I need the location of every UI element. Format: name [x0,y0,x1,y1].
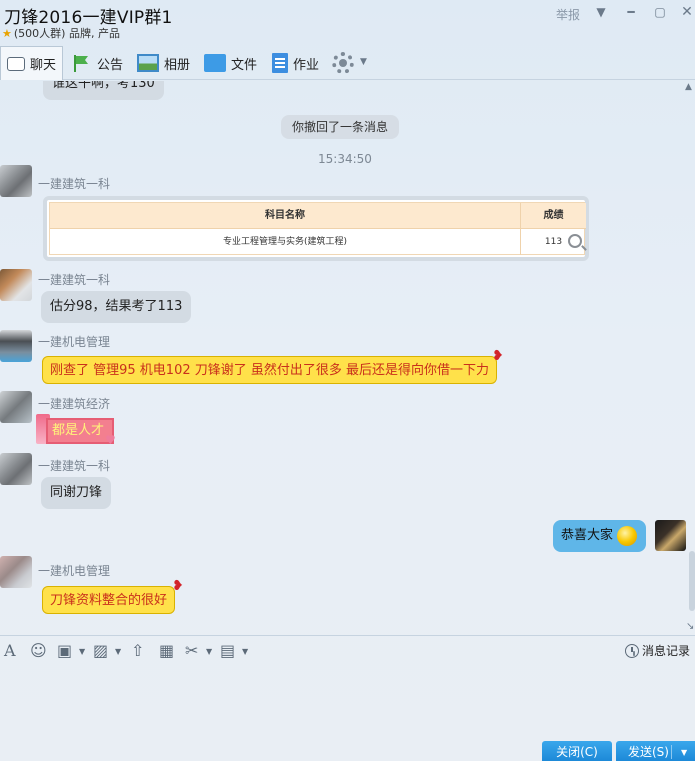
table-header-score: 成绩 [543,210,564,221]
group-subtitle: (500人群) 品牌, 产品 [13,27,120,40]
avatar[interactable] [0,391,32,423]
maximize-button[interactable]: ▢ [651,4,669,20]
gear-icon [332,52,354,74]
message-timestamp: 15:34:50 [318,152,372,166]
magic-icon[interactable]: ▣ [57,641,72,661]
album-icon [137,54,159,72]
more-icon[interactable]: ▤ [220,641,235,661]
title-bar: 刀锋2016一建VIP群1 ★ (500人群) 品牌, 产品 举报 ▼ ━ ▢ … [0,0,695,44]
message-bubble: 估分98，结果考了113 [41,291,192,323]
message-history-button[interactable]: 消息记录 [625,642,690,659]
sender-name: 一建建筑经济 [38,397,111,411]
chat-message-area[interactable]: 谁这午啊，考130 你撤回了一条消息 15:34:50 一建建筑一科 科目名称 … [0,81,695,635]
emoji-icon[interactable]: ☺ [30,641,47,661]
chevron-down-icon[interactable]: ▼ [242,647,248,656]
zoom-in-icon[interactable] [568,234,582,248]
scroll-down-icon[interactable]: ↘ [686,621,694,632]
tab-notice-label: 公告 [97,57,124,73]
message-input[interactable] [0,665,695,740]
tab-file[interactable]: 文件 [204,46,257,80]
tab-album-label: 相册 [164,57,191,73]
own-message-text: 恭喜大家 [561,528,614,543]
notice-icon [72,54,92,72]
homework-icon [272,53,288,73]
tab-homework-label: 作业 [293,57,320,73]
scroll-up-icon[interactable]: ▲ [685,82,692,92]
avatar[interactable] [0,556,32,588]
smile-emoji-icon [617,526,638,546]
tab-chat-label: 聊天 [29,58,56,73]
message-bubble: 谁这午啊，考130 [43,81,164,100]
minimize-button[interactable]: ━ [622,4,640,20]
close-button[interactable]: 关闭(C) [542,741,612,761]
star-icon: ★ [2,26,12,40]
chat-icon [6,56,25,71]
report-link[interactable]: 举报 [556,6,580,23]
heart-icon: ❥ [172,578,184,594]
tab-file-label: 文件 [231,57,258,73]
close-window-button[interactable]: ✕ [678,4,695,20]
heart-icon: ❥ [492,348,504,364]
own-message-bubble: 恭喜大家 [553,520,647,552]
sender-name: 一建机电管理 [38,335,111,349]
heart-icon: ♥ [105,433,116,447]
input-toolbar: A ☺ ▣ ▼ ▨ ▼ ⇧ ▦ ✂ ▼ ▤ ▼ 消息记录 [0,635,695,665]
avatar[interactable] [0,330,32,362]
score-table: 科目名称 成绩 专业工程管理与实务(建筑工程) 113 [49,202,586,255]
group-info: ★ (500人群) 品牌, 产品 [2,25,120,41]
image-icon[interactable]: ▨ [93,641,108,661]
sender-name: 一建建筑一科 [38,273,111,287]
tab-homework[interactable]: 作业 [272,46,319,80]
table-cell-subject: 专业工程管理与实务(建筑工程) [50,229,521,255]
upload-icon[interactable]: ⇧ [131,641,144,661]
highlight-message-bubble: 刚查了 管理95 机电102 刀锋谢了 虽然付出了很多 最后还是得向你借一下力 [42,356,498,384]
tab-bar: 聊天 公告 相册 文件 作业 ▼ [0,46,695,80]
highlight-message-bubble: 刀锋资料整合的很好 [42,586,176,614]
send-options-chevron-icon[interactable]: ▼ [681,748,687,757]
own-avatar[interactable] [655,520,686,551]
sender-name: 一建建筑一科 [38,459,111,473]
history-label: 消息记录 [642,644,691,658]
tab-chat[interactable]: 聊天 [0,46,63,80]
message-bubble: 同谢刀锋 [41,477,112,509]
table-header-row: 科目名称 成绩 [50,203,586,229]
dropdown-icon[interactable]: ▼ [592,4,610,20]
font-icon[interactable]: A [4,641,16,661]
sender-name: 一建机电管理 [38,564,111,578]
divider [671,745,672,759]
avatar[interactable] [0,165,32,197]
avatar[interactable] [0,453,32,485]
gift-icon[interactable]: ▦ [159,641,174,661]
table-header-subject: 科目名称 [50,203,521,229]
decorated-message-bubble: 都是人才 [46,418,114,444]
clock-icon [625,643,639,658]
tab-notice[interactable]: 公告 [72,46,123,80]
recall-notice: 你撤回了一条消息 [281,115,400,139]
score-table-image[interactable]: 科目名称 成绩 专业工程管理与实务(建筑工程) 113 [43,196,589,261]
avatar[interactable] [0,269,32,301]
sender-name: 一建建筑一科 [38,177,111,191]
chevron-down-icon[interactable]: ▼ [115,647,121,656]
screenshot-icon[interactable]: ✂ [185,641,198,661]
chevron-down-icon[interactable]: ▼ [206,647,212,656]
tab-album[interactable]: 相册 [137,46,190,80]
scrollbar-thumb[interactable] [689,551,695,611]
chevron-down-icon[interactable]: ▼ [360,57,367,67]
chevron-down-icon[interactable]: ▼ [79,647,85,656]
settings-button[interactable] [332,46,354,80]
file-icon [204,54,226,72]
